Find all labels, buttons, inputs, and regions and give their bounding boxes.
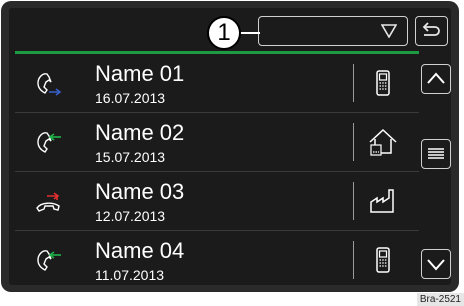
callout-line [240,32,260,34]
home-icon [369,128,397,156]
call-date: 11.07.2013 [95,267,165,283]
chevron-down-icon [427,259,445,271]
contact-name: Name 03 [95,179,185,204]
divider [353,64,354,102]
device-frame: 1 Name 01 16.07.2013 Name 02 15.07.2013 … [1,1,459,292]
contact-name: Name 02 [95,120,185,145]
divider [353,182,354,220]
scrollbar [419,54,451,285]
chevron-up-icon [427,72,445,84]
work-icon [370,189,394,213]
back-button[interactable] [415,16,448,46]
triangle-down-icon [381,24,397,38]
scroll-up-button[interactable] [421,64,451,94]
back-arrow-icon [422,22,440,36]
call-date: 16.07.2013 [95,90,166,106]
mobile-phone-icon [376,247,390,273]
list-item[interactable]: Name 02 15.07.2013 [15,113,419,172]
list-item[interactable]: Name 01 16.07.2013 [15,54,419,113]
contact-name: Name 04 [95,238,185,263]
divider [353,241,354,279]
figure-reference: Bra-2521 [416,293,464,306]
screen: 1 Name 01 16.07.2013 Name 02 15.07.2013 … [9,8,451,285]
list-lines-icon [428,148,444,159]
outgoing-call-icon [37,73,62,96]
call-list: Name 01 16.07.2013 Name 02 15.07.2013 Na… [15,54,419,285]
callout-marker: 1 [207,16,241,50]
scroll-down-button[interactable] [421,249,451,279]
incoming-call-icon [37,250,61,271]
list-item[interactable]: Name 04 11.07.2013 [15,231,419,285]
missed-call-icon [36,192,60,212]
mobile-phone-icon [376,70,390,96]
list-item[interactable]: Name 03 12.07.2013 [15,172,419,231]
header: 1 [9,8,451,51]
call-date: 15.07.2013 [95,149,166,165]
incoming-call-icon [37,132,61,153]
call-filter-dropdown[interactable] [258,16,408,46]
contact-name: Name 01 [95,61,185,86]
call-date: 12.07.2013 [95,208,166,224]
divider [353,123,354,161]
scroll-position-button[interactable] [421,139,451,169]
